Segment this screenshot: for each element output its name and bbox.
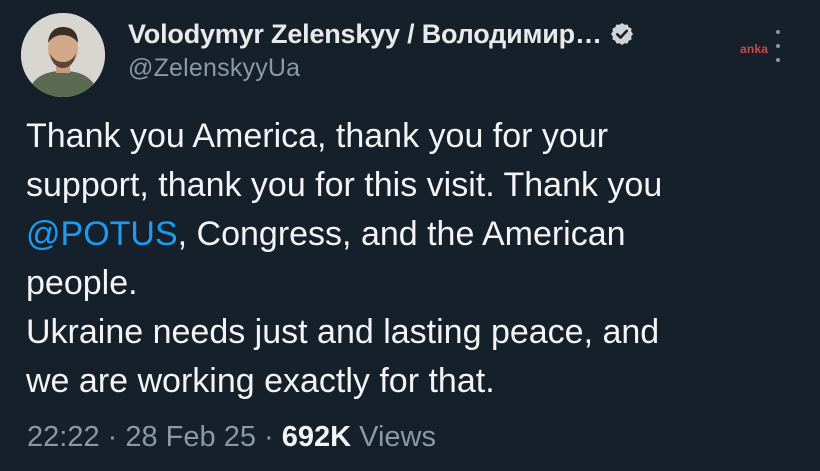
avatar-image <box>21 13 105 97</box>
watermark-logo: anka <box>740 42 769 56</box>
views-count: 692K <box>281 421 352 453</box>
more-dot <box>776 44 780 48</box>
meta-separator: · <box>255 421 282 453</box>
avatar[interactable] <box>21 13 105 97</box>
tweet-line: we are working exactly for that. <box>26 362 495 400</box>
tweet-line: Ukraine needs just and lasting peace, an… <box>26 313 660 351</box>
tweet-line: Thank you America, thank you for your <box>26 117 609 155</box>
tweet-date[interactable]: 28 Feb 25 <box>125 421 256 453</box>
more-options-icon[interactable] <box>773 30 783 62</box>
author-handle[interactable]: @ZelenskyyUa <box>128 54 728 83</box>
tweet-line: people. <box>26 264 138 302</box>
tweet-line: support, thank you for this visit. Thank… <box>26 166 663 204</box>
meta-separator: · <box>99 421 126 453</box>
mention-link[interactable]: @POTUS <box>26 215 178 253</box>
tweet-header: Volodymyr Zelenskyy / Володимир… @Zelens… <box>128 17 728 83</box>
tweet-text-segment: , Congress, and the American <box>177 215 626 253</box>
name-row: Volodymyr Zelenskyy / Володимир… <box>128 17 728 51</box>
verified-badge-icon <box>609 21 635 47</box>
tweet-text: Thank you America, thank you for your su… <box>26 112 806 406</box>
tweet-line: @POTUS, Congress, and the American <box>26 210 806 259</box>
tweet-meta: 22:22 · 28 Feb 25 · 692K Views <box>27 421 436 454</box>
more-dot <box>776 58 780 62</box>
more-dot <box>776 30 780 34</box>
tweet-card: Volodymyr Zelenskyy / Володимир… @Zelens… <box>0 0 820 471</box>
author-display-name[interactable]: Volodymyr Zelenskyy / Володимир… <box>128 19 602 50</box>
views-label: Views <box>351 421 436 453</box>
tweet-time[interactable]: 22:22 <box>27 421 100 453</box>
